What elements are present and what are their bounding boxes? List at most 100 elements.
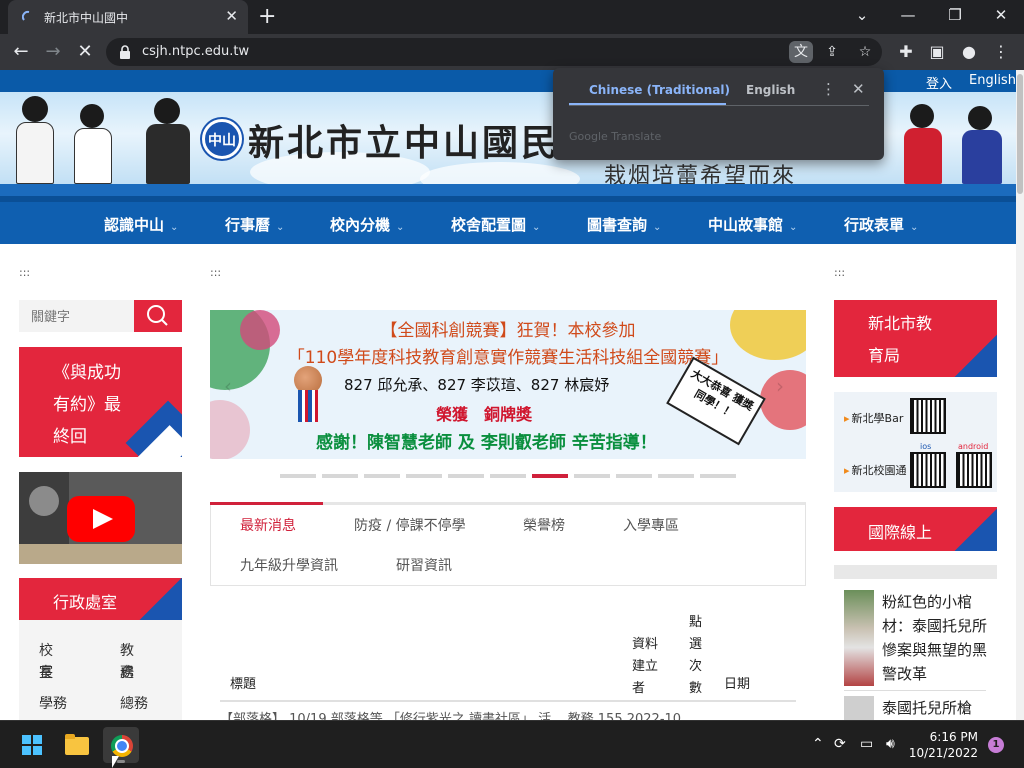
search-button[interactable] — [134, 300, 182, 332]
translate-icon[interactable]: 文 — [789, 41, 813, 63]
office-link-student-affairs[interactable]: 學務 — [39, 693, 67, 715]
nav-item-extensions[interactable]: 校內分機 ⌄ — [330, 214, 404, 235]
chevron-down-icon: ⌄ — [653, 222, 662, 233]
banner-athlete-figure — [956, 92, 1008, 184]
tab-title: 新北市中山國中 — [44, 11, 129, 25]
carousel-next-icon[interactable]: › — [776, 374, 784, 398]
carousel-dot[interactable] — [406, 474, 442, 478]
list-item[interactable]: 粉紅色的小棺材：泰國托兒所慘案與無望的黑警改革 — [844, 590, 987, 690]
tab-training-info[interactable]: 研習資訊 — [396, 555, 452, 575]
address-bar[interactable]: csjh.ntpc.edu.tw 文 ⇪ ☆ — [106, 38, 882, 66]
share-icon[interactable]: ⇪ — [820, 41, 844, 63]
carousel-dot[interactable] — [700, 474, 736, 478]
profile-avatar-icon[interactable]: ● — [959, 42, 979, 61]
sync-icon[interactable]: ⟳ — [834, 736, 846, 752]
nav-item-calendar[interactable]: 行事曆 ⌄ — [225, 214, 284, 235]
browser-tab-strip: 新北市中山國中 ✕ + ⌄ — ❐ ✕ — [0, 0, 1024, 34]
chevron-down-icon: ⌄ — [910, 222, 919, 233]
nav-item-campus-map[interactable]: 校舍配置圖 ⌄ — [451, 214, 540, 235]
carousel-decoration — [210, 400, 250, 459]
ios-label: ios — [920, 442, 932, 451]
extensions-puzzle-icon[interactable]: ✚ — [896, 42, 916, 61]
section-marker: ::: — [834, 266, 846, 279]
tab-close-icon[interactable]: ✕ — [225, 7, 238, 25]
stop-loading-icon[interactable]: ✕ — [74, 41, 96, 62]
page-scrollbar[interactable] — [1016, 70, 1024, 720]
side-panel-icon[interactable]: ▣ — [927, 42, 947, 61]
nav-item-story-hall[interactable]: 中山故事館 ⌄ — [708, 214, 797, 235]
col-clicks[interactable]: 點 選 次 數 — [689, 612, 702, 700]
qr-label-xinbei-bar[interactable]: ▸ 新北學Bar — [844, 410, 903, 426]
qr-code-panel: ▸ 新北學Bar ▸ 新北校園通 ios android — [834, 392, 997, 492]
new-tab-button[interactable]: + — [258, 4, 276, 29]
restore-icon[interactable]: ❐ — [943, 6, 967, 24]
nav-item-library[interactable]: 圖書查詢 ⌄ — [587, 214, 661, 235]
tab-honors[interactable]: 榮譽榜 — [523, 515, 565, 535]
ntpc-education-bureau-link[interactable]: 新北市教 育局 — [834, 300, 997, 377]
tab-pandemic[interactable]: 防疫 / 停課不停學 — [354, 515, 466, 535]
minimize-icon[interactable]: — — [896, 6, 920, 24]
forward-arrow-icon[interactable]: → — [42, 41, 64, 62]
table-row[interactable]: 【部落格】 10/19 部落格等 「修行紫光之 讀書社區」 活... 教務 15… — [220, 708, 796, 720]
international-online-header[interactable]: 國際線上 — [834, 507, 997, 551]
carousel-dot[interactable] — [574, 474, 610, 478]
carousel-dot[interactable] — [616, 474, 652, 478]
target-language-tab[interactable]: English — [746, 83, 795, 97]
tab-search-chevron-down-icon[interactable]: ⌄ — [850, 6, 874, 24]
scrollbar-thumb[interactable] — [1017, 74, 1023, 194]
more-options-icon[interactable]: ⋮ — [821, 80, 836, 98]
file-explorer-button[interactable] — [59, 727, 95, 763]
nav-item-about[interactable]: 認識中山 ⌄ — [104, 214, 178, 235]
office-link-general-affairs[interactable]: 總務 — [120, 693, 148, 715]
carousel-dot[interactable] — [532, 474, 568, 478]
lock-icon[interactable] — [118, 44, 132, 60]
carousel-dot[interactable] — [490, 474, 526, 478]
tab-admissions[interactable]: 入學專區 — [623, 515, 679, 535]
list-item[interactable]: 泰國托兒所槍 — [844, 696, 986, 720]
news-carousel[interactable]: 【全國科創競賽】狂賀！本校參加 「110學年度科技教育創意實作競賽生活科技組全國… — [210, 310, 806, 459]
chrome-taskbar-button[interactable] — [103, 727, 139, 763]
qr-label-campus-app[interactable]: ▸ 新北校園通 — [844, 462, 907, 478]
windows-start-icon[interactable] — [22, 735, 42, 755]
qr-code[interactable] — [910, 398, 946, 434]
news-title: 泰國托兒所槍 — [882, 699, 973, 717]
chevron-up-icon[interactable]: ⌃ — [812, 736, 824, 752]
more-menu-icon[interactable]: ⋮ — [991, 42, 1011, 61]
bookmark-star-icon[interactable]: ☆ — [853, 41, 877, 63]
search-input[interactable] — [19, 300, 135, 332]
clock-time: 6:16 PM — [929, 730, 978, 744]
youtube-play-icon[interactable] — [67, 496, 135, 542]
carousel-dot[interactable] — [364, 474, 400, 478]
col-creator[interactable]: 資料 建立 者 — [632, 634, 658, 700]
android-label: android — [958, 442, 989, 451]
carousel-dot[interactable] — [448, 474, 484, 478]
tab-grade9-info[interactable]: 九年級升學資訊 — [240, 555, 338, 575]
translate-popup: Chinese (Traditional) English ⋮ ✕ Google… — [553, 68, 884, 160]
qr-code[interactable] — [956, 452, 992, 488]
close-icon[interactable]: ✕ — [852, 80, 865, 98]
browser-tab[interactable]: 新北市中山國中 ✕ — [8, 0, 248, 34]
system-clock[interactable]: 6:16 PM 10/21/2022 — [902, 729, 978, 761]
qr-code[interactable] — [910, 452, 946, 488]
notification-badge[interactable]: 1 — [988, 737, 1004, 753]
back-arrow-icon[interactable]: ← — [10, 41, 32, 62]
carousel-dot[interactable] — [658, 474, 694, 478]
carousel-award: 榮獲 銅牌獎 — [436, 405, 533, 424]
carousel-dot[interactable] — [280, 474, 316, 478]
youtube-video-embed[interactable] — [19, 472, 182, 564]
col-date[interactable]: 日期 — [724, 674, 750, 696]
window-close-icon[interactable]: ✕ — [989, 6, 1013, 24]
promo-banner-success[interactable]: 《與成功 有約》最 終回 — [19, 347, 182, 457]
tab-latest-news[interactable]: 最新消息 — [240, 515, 296, 535]
col-title[interactable]: 標題 — [230, 674, 256, 696]
carousel-dot[interactable] — [322, 474, 358, 478]
display-icon[interactable]: ▭ — [860, 736, 873, 752]
english-link[interactable]: English — [969, 73, 1016, 88]
logo-text: 中山 — [208, 133, 236, 149]
nav-item-forms[interactable]: 行政表單 ⌄ — [844, 214, 918, 235]
source-language-tab[interactable]: Chinese (Traditional) — [589, 83, 730, 97]
carousel-prev-icon[interactable]: ‹ — [224, 374, 232, 398]
school-logo[interactable]: 中山 — [202, 119, 242, 159]
login-link[interactable]: 登入 — [926, 73, 952, 92]
volume-icon[interactable]: 🔊︎ — [886, 736, 895, 752]
